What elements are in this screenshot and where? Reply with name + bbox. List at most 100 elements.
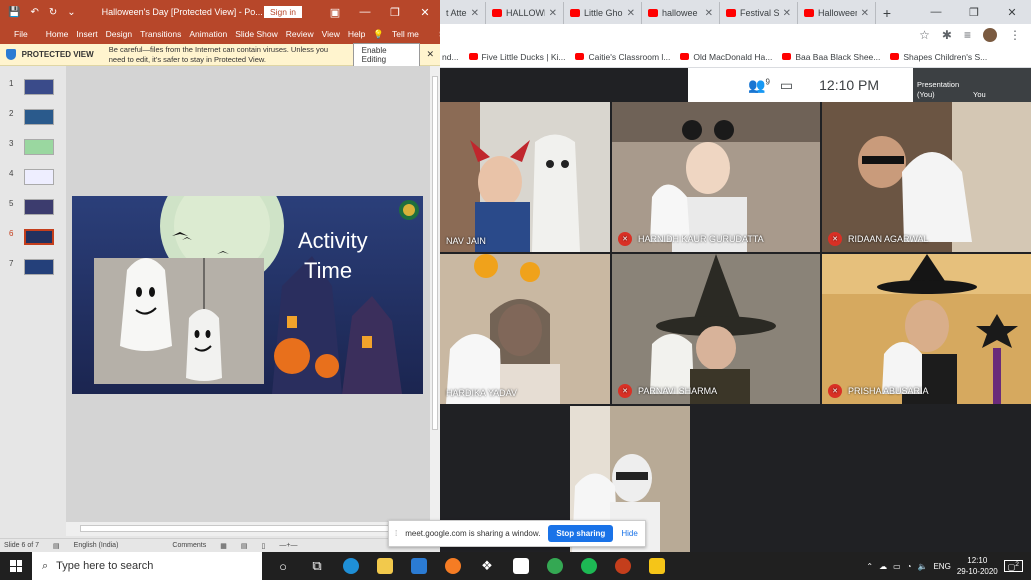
zoom-slider[interactable]: —+— [279, 542, 297, 549]
media-control-icon[interactable]: ≡ [964, 28, 971, 42]
bookmark-item[interactable]: nd... [442, 52, 459, 62]
participant-tile[interactable]: ✕ PARNAVI SHARMA [612, 254, 820, 404]
tell-me-field[interactable]: Tell me [388, 29, 423, 39]
redo-icon[interactable]: ↻ [49, 7, 57, 18]
tab-insert[interactable]: Insert [72, 29, 101, 39]
undo-icon[interactable]: ↶ [30, 7, 38, 18]
close-icon[interactable]: ✕ [861, 8, 869, 19]
tab-design[interactable]: Design [102, 29, 136, 39]
close-button[interactable]: ✕ [410, 6, 440, 19]
chrome-tab[interactable]: Little Gho ✕ [564, 2, 642, 24]
drag-handle-icon[interactable]: ⁞ [395, 529, 397, 538]
restore-button[interactable]: ❐ [955, 0, 993, 24]
participant-tile[interactable]: ✕ RIDAAN AGARWAL [822, 102, 1031, 252]
vertical-scrollbar[interactable] [430, 66, 440, 538]
restore-button[interactable]: ❐ [380, 6, 410, 19]
hide-button[interactable]: Hide [621, 529, 637, 538]
chrome-tab[interactable]: Halloween ✕ [798, 2, 876, 24]
new-tab-button[interactable]: + [876, 2, 898, 24]
tab-slide-show[interactable]: Slide Show [231, 29, 282, 39]
bookmark-item[interactable]: Baa Baa Black Shee... [782, 52, 880, 62]
slide-thumbnail[interactable]: 2 [0, 104, 66, 126]
mail-icon[interactable] [404, 552, 434, 580]
volume-icon[interactable]: 🔈 [918, 562, 928, 571]
battery-icon[interactable]: ▭ [893, 562, 901, 571]
people-icon[interactable]: 👥9 [748, 77, 770, 94]
minimize-button[interactable]: — [350, 6, 380, 19]
profile-avatar[interactable] [983, 28, 997, 42]
enable-editing-button[interactable]: Enable Editing [352, 42, 421, 67]
extensions-icon[interactable]: ✱ [942, 28, 952, 42]
taskbar-search-box[interactable]: ⌕ Type here to search [32, 552, 262, 580]
close-icon[interactable]: ✕ [783, 8, 791, 19]
bookmark-item[interactable]: Caitie's Classroom l... [575, 52, 670, 62]
chrome-tab[interactable]: Festival S ✕ [720, 2, 798, 24]
close-icon[interactable]: ✕ [471, 8, 479, 19]
taskbar-clock[interactable]: 12:10 29-10-2020 [957, 555, 998, 577]
tab-review[interactable]: Review [282, 29, 318, 39]
tab-transitions[interactable]: Transitions [136, 29, 185, 39]
slide-thumbnail[interactable]: 5 [0, 194, 66, 216]
chrome-tab[interactable]: HALLOWE ✕ [486, 2, 564, 24]
slide-thumbnail[interactable]: 7 [0, 254, 66, 276]
presentation-self-view[interactable]: Presentation (You) You [913, 68, 1031, 102]
notifications-icon[interactable]: ▢2 [1003, 559, 1023, 573]
language-indicator[interactable]: ENG [933, 562, 950, 571]
spotify-icon[interactable] [574, 552, 604, 580]
participant-tile[interactable]: HARDIKA YADAV [440, 254, 610, 404]
chat-icon[interactable]: ▭ [780, 77, 793, 94]
task-view-icon[interactable]: ⧉ [302, 552, 332, 580]
stop-sharing-button[interactable]: Stop sharing [548, 525, 614, 542]
language-indicator[interactable]: English (India) [74, 542, 119, 549]
chrome-icon[interactable] [540, 552, 570, 580]
bookmark-star-icon[interactable]: ☆ [919, 28, 930, 42]
tab-help[interactable]: Help [344, 29, 369, 39]
close-button[interactable]: ✕ [993, 0, 1031, 24]
normal-view-icon[interactable]: ▦ [220, 542, 227, 550]
onedrive-icon[interactable]: ☁ [879, 562, 887, 571]
amazon-icon[interactable] [506, 552, 536, 580]
participant-tile[interactable]: ✕ HARNIDH KAUR GURUDATTA [612, 102, 820, 252]
minimize-button[interactable]: — [917, 0, 955, 24]
dropbox-icon[interactable]: ❖ [472, 552, 502, 580]
close-icon[interactable]: ✕ [426, 49, 434, 60]
network-icon[interactable]: ◔ [907, 562, 912, 571]
edge-icon[interactable] [336, 552, 366, 580]
scroll-thumb[interactable] [80, 525, 390, 532]
start-button[interactable] [0, 552, 32, 580]
bookmark-item[interactable]: Shapes Children's S... [890, 52, 987, 62]
slide-thumbnail[interactable]: 3 [0, 134, 66, 156]
participant-tile[interactable]: ✕ PRISHA ABUSARIA [822, 254, 1031, 404]
chevron-up-icon[interactable]: ⌃ [866, 562, 873, 571]
slide-thumbnail[interactable]: 4 [0, 164, 66, 186]
bookmark-item[interactable]: Five Little Ducks | Ki... [468, 52, 565, 62]
current-slide[interactable]: Activity Time [72, 196, 423, 394]
scroll-thumb[interactable] [432, 76, 438, 430]
tab-home[interactable]: Home [42, 29, 73, 39]
file-explorer-icon[interactable] [370, 552, 400, 580]
signin-button[interactable]: Sign in [264, 6, 302, 18]
comments-button[interactable]: Comments [172, 542, 206, 549]
close-icon[interactable]: ✕ [549, 8, 557, 19]
sticky-notes-icon[interactable] [642, 552, 672, 580]
accessibility-icon[interactable]: ▤ [53, 542, 60, 550]
tab-file[interactable]: File [0, 29, 42, 39]
close-icon[interactable]: ✕ [627, 8, 635, 19]
menu-icon[interactable]: ⋮ [1009, 28, 1021, 42]
ribbon-display-icon[interactable]: ▣ [320, 6, 350, 19]
cortana-icon[interactable]: ○ [268, 552, 298, 580]
slide-thumbnail[interactable]: 1 [0, 74, 66, 96]
save-icon[interactable]: 💾 [8, 7, 20, 18]
powerpoint-icon[interactable] [608, 552, 638, 580]
tab-animation[interactable]: Animation [185, 29, 231, 39]
chrome-tab[interactable]: hallowee ✕ [642, 2, 720, 24]
slide-thumbnail[interactable]: 6 [0, 224, 66, 246]
close-icon[interactable]: ✕ [705, 8, 713, 19]
reading-view-icon[interactable]: ▯ [262, 542, 266, 550]
bookmark-item[interactable]: Old MacDonald Ha... [680, 52, 772, 62]
horizontal-scrollbar[interactable] [66, 522, 430, 536]
share-button[interactable]: Share [435, 29, 466, 39]
participant-tile[interactable]: NAV JAIN [440, 102, 610, 252]
chrome-tab[interactable]: t Atte ✕ [440, 2, 486, 24]
customize-icon[interactable]: ⌄ [67, 7, 75, 18]
